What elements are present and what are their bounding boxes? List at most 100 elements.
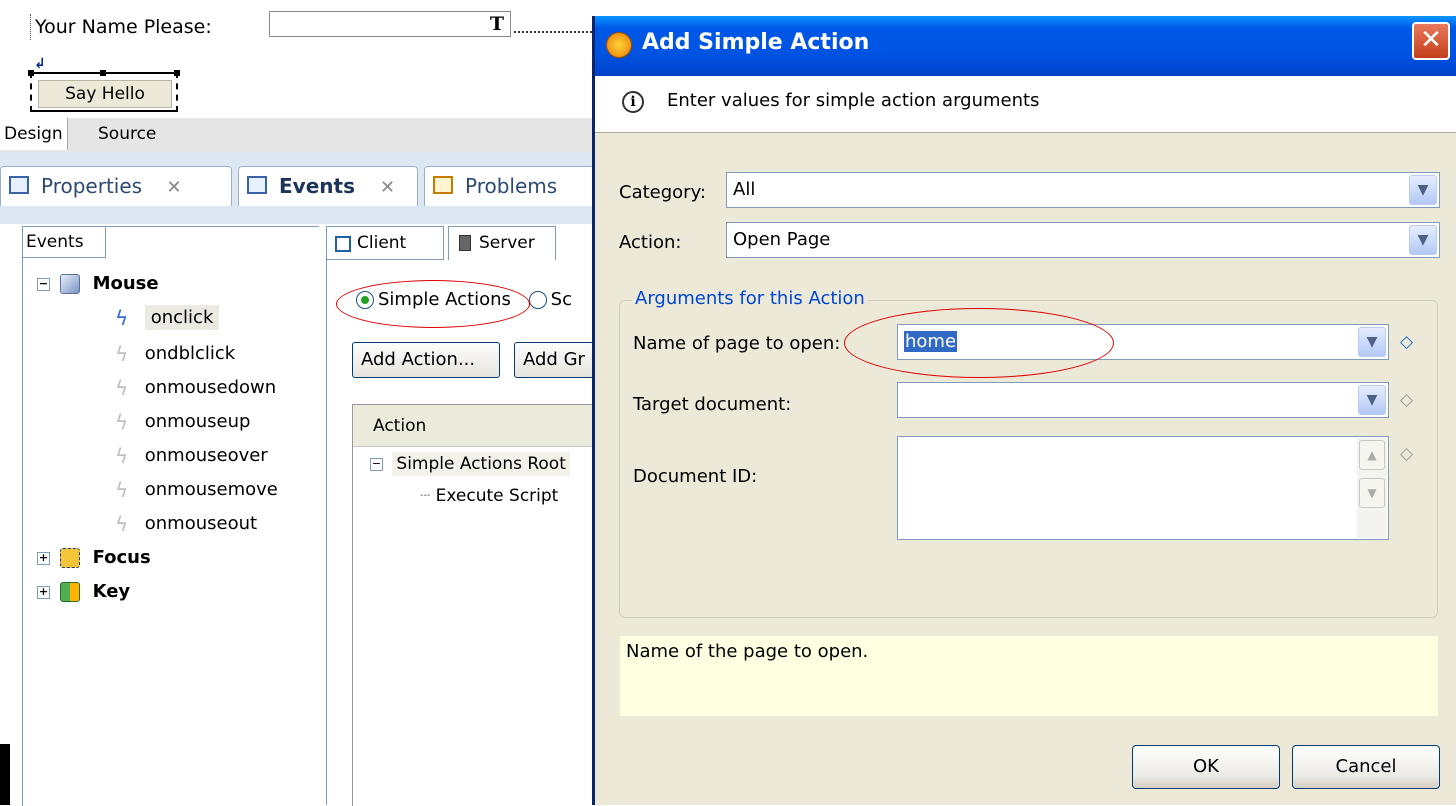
tree-category-label: Key <box>92 581 131 602</box>
tree-item-label: Execute Script <box>435 486 559 506</box>
tree-connector: ┄ <box>420 486 431 506</box>
action-value: Open Page <box>733 229 831 250</box>
tree-category-label: Mouse <box>92 273 159 294</box>
subtab-client[interactable]: Client <box>326 226 444 260</box>
close-icon[interactable]: ✕ <box>380 177 395 198</box>
newline-icon: ↲ <box>34 56 46 72</box>
cancel-button[interactable]: Cancel <box>1292 745 1440 789</box>
tree-item-label: onmouseup <box>144 411 251 432</box>
tab-events-label: Events <box>279 174 355 198</box>
expand-icon[interactable]: + <box>37 585 50 599</box>
resize-handle[interactable] <box>174 70 180 76</box>
black-edge <box>0 744 10 805</box>
tree-item-execute-script[interactable]: ┄ Execute Script <box>420 486 558 506</box>
docid-textarea[interactable]: ▲ ▼ <box>897 436 1389 540</box>
ok-button[interactable]: OK <box>1132 745 1280 789</box>
scrollbar[interactable]: ▲ ▼ <box>1357 438 1387 538</box>
close-button[interactable]: ✕ <box>1412 22 1450 60</box>
tree-item-label: ondblclick <box>144 343 236 364</box>
category-select[interactable]: All ▼ <box>726 172 1440 208</box>
name-input[interactable]: T <box>269 11 511 37</box>
radio-script-label: Sc <box>550 289 572 310</box>
chevron-down-icon[interactable]: ▼ <box>1358 327 1386 357</box>
close-icon[interactable]: ✕ <box>166 177 181 198</box>
chevron-down-icon[interactable]: ▼ <box>1409 225 1437 255</box>
subtab-client-label: Client <box>357 233 407 253</box>
key-icon <box>60 582 81 602</box>
subtab-server[interactable]: Server <box>448 226 556 260</box>
event-bolt-icon: ϟ <box>115 478 129 502</box>
resize-handle[interactable] <box>28 70 34 76</box>
events-tree-panel: − Mouse ϟ onclick ϟ ondblclick ϟ onmouse… <box>22 226 319 806</box>
tab-design[interactable]: Design <box>0 118 68 150</box>
tab-source[interactable]: Source <box>92 118 162 150</box>
text-field-icon: T <box>489 13 504 35</box>
properties-icon <box>9 176 29 194</box>
category-label: Category: <box>619 182 706 203</box>
radio-script[interactable] <box>528 291 547 309</box>
target-combo[interactable]: ▼ <box>897 382 1389 418</box>
say-hello-button[interactable]: Say Hello <box>38 80 172 108</box>
tree-item-ondblclick[interactable]: ϟ ondblclick <box>115 339 235 369</box>
action-select[interactable]: Open Page ▼ <box>726 222 1440 258</box>
docid-label: Document ID: <box>633 466 758 487</box>
expand-icon[interactable]: + <box>37 551 50 565</box>
event-bolt-icon: ϟ <box>115 444 129 468</box>
tree-item-label: onclick <box>144 305 220 330</box>
info-message: Enter values for simple action arguments <box>667 90 1040 111</box>
info-icon: i <box>622 91 644 113</box>
target-label: Target document: <box>633 394 792 415</box>
add-group-button[interactable]: Add Gr <box>514 342 598 378</box>
views-tab-bar: Properties ✕ Events ✕ Problems <box>0 152 604 224</box>
action-column-header: Action <box>353 405 596 447</box>
scroll-up-icon[interactable]: ▲ <box>1359 440 1385 470</box>
tree-category-key[interactable]: + Key <box>37 577 130 607</box>
dotted-guide <box>514 31 600 33</box>
diamond-icon[interactable]: ◇ <box>1400 444 1413 464</box>
tab-properties-label: Properties <box>41 174 143 198</box>
tree-item-onmousemove[interactable]: ϟ onmousemove <box>115 475 278 505</box>
name-label: Your Name Please: <box>30 14 212 40</box>
event-bolt-icon: ϟ <box>115 306 129 330</box>
chevron-down-icon[interactable]: ▼ <box>1409 175 1437 205</box>
tree-item-onmouseout[interactable]: ϟ onmouseout <box>115 509 257 539</box>
app-icon <box>606 32 632 58</box>
help-text: Name of the page to open. <box>626 641 869 662</box>
tree-root-label: Simple Actions Root <box>392 452 570 476</box>
highlight-oval <box>336 280 530 328</box>
tab-problems[interactable]: Problems <box>424 166 604 206</box>
dialog-title: Add Simple Action <box>642 30 870 55</box>
add-action-button[interactable]: Add Action... <box>352 342 500 378</box>
tab-events[interactable]: Events ✕ <box>238 166 418 206</box>
scroll-down-icon[interactable]: ▼ <box>1359 478 1385 508</box>
action-label: Action: <box>619 232 682 253</box>
tree-item-label: onmousemove <box>144 479 278 500</box>
collapse-icon[interactable]: − <box>370 457 383 471</box>
tree-item-label: onmouseover <box>144 445 268 466</box>
tree-item-onclick[interactable]: ϟ onclick <box>115 303 220 333</box>
event-bolt-icon: ϟ <box>115 342 129 366</box>
diamond-icon[interactable]: ◇ <box>1400 390 1413 410</box>
tree-item-onmousedown[interactable]: ϟ onmousedown <box>115 373 276 403</box>
tree-category-mouse[interactable]: − Mouse <box>37 269 159 299</box>
tab-properties[interactable]: Properties ✕ <box>0 166 232 206</box>
tree-item-label: onmousedown <box>144 377 277 398</box>
editor-tab-bar <box>0 118 600 153</box>
event-bolt-icon: ϟ <box>115 376 129 400</box>
collapse-icon[interactable]: − <box>37 277 50 291</box>
resize-handle[interactable] <box>100 70 106 76</box>
tree-item-onmouseup[interactable]: ϟ onmouseup <box>115 407 250 437</box>
diamond-icon[interactable]: ◇ <box>1400 332 1413 352</box>
event-bolt-icon: ϟ <box>115 512 129 536</box>
chevron-down-icon[interactable]: ▼ <box>1358 385 1386 415</box>
tree-category-label: Focus <box>92 547 151 568</box>
tree-category-focus[interactable]: + Focus <box>37 543 151 573</box>
tree-item-onmouseover[interactable]: ϟ onmouseover <box>115 441 268 471</box>
focus-icon <box>60 548 81 568</box>
arguments-group-title: Arguments for this Action <box>632 288 868 309</box>
tree-root-simple-actions[interactable]: − Simple Actions Root <box>370 452 570 476</box>
problems-icon <box>433 176 453 194</box>
page-name-label: Name of page to open: <box>633 333 841 354</box>
event-bolt-icon: ϟ <box>115 410 129 434</box>
server-icon <box>459 235 471 251</box>
